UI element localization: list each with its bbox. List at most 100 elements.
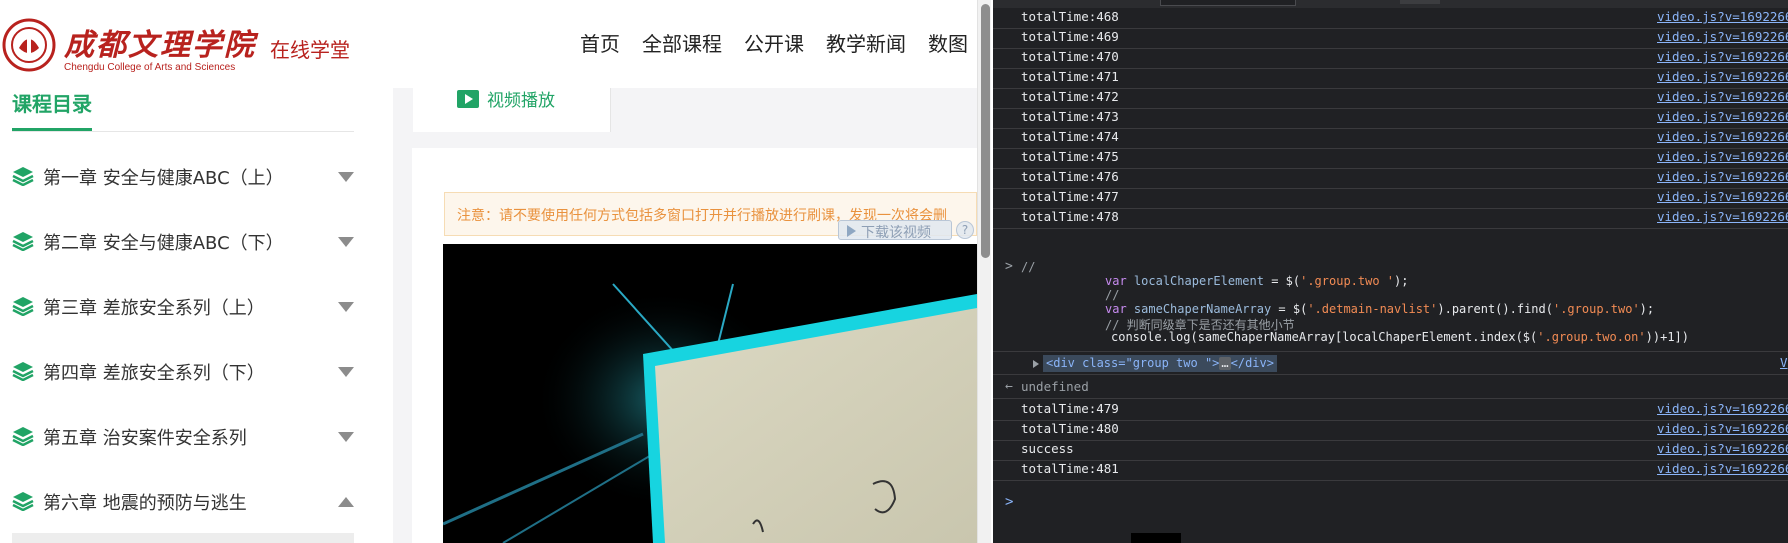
code-text: console.log(sameChaperNameArray[localCha… [1111,330,1538,344]
source-link[interactable]: video.js?v=1692266 [1657,401,1788,416]
nav-teaching-news[interactable]: 教学新闻 [826,28,906,57]
code-line-1: // [1021,260,1036,274]
string: '.detmain-navlist' [1307,302,1438,316]
site-header: 成都文理学院 Chengdu College of Arts and Scien… [0,0,980,88]
code-line-3: // [1105,288,1120,302]
layers-icon [12,297,34,316]
layers-icon [12,232,34,251]
source-link[interactable]: V [1780,355,1788,370]
download-video-button[interactable]: 下载该视频 [838,220,952,241]
scrollbar-thumb[interactable] [981,4,990,258]
video-frame [443,283,977,543]
console-log-message: totalTime:480 [1021,421,1119,436]
caret-down-icon[interactable] [338,432,354,442]
console-log-message: totalTime:473 [1021,109,1119,124]
nav-home[interactable]: 首页 [580,28,620,57]
element-open-tag: <div class="group two "> [1046,356,1220,370]
chapter-item-5[interactable]: 第五章 治安案件安全系列 [12,402,354,467]
caret-down-icon[interactable] [338,172,354,182]
tab-video-play[interactable]: 视频播放 [413,88,611,132]
college-logo[interactable]: 成都文理学院 Chengdu College of Arts and Scien… [0,14,360,84]
console-log-message: totalTime:476 [1021,169,1119,184]
console-log-row: totalTime:481 video.js?v=1692266 [993,458,1788,481]
chapter-subsection-row[interactable] [12,533,354,543]
console-log-message: totalTime:478 [1021,209,1119,224]
console-level-dropdown[interactable] [1400,0,1440,4]
result-value: undefined [1021,379,1089,394]
caret-down-icon[interactable] [338,302,354,312]
code-text: ).parent().find( [1437,302,1553,316]
caret-up-icon[interactable] [338,497,354,507]
string: '.group.two ' [1300,274,1395,288]
return-arrow-icon: ← [1005,379,1013,394]
console-log-row: totalTime:478 video.js?v=1692266 [993,206,1788,229]
source-link[interactable]: video.js?v=1692266 [1657,129,1788,144]
source-link[interactable]: video.js?v=1692266 [1657,149,1788,164]
devtools-console: totalTime:468 video.js?v=1692266 totalTime… [993,0,1788,543]
chapter-label: 第五章 治安案件安全系列 [43,428,247,449]
layers-icon [12,492,34,511]
console-log-message: totalTime:468 [1021,9,1119,24]
nav-digital-library[interactable]: 数图 [928,28,968,57]
console-input-command[interactable]: > // var localChaperElement = $('.group.… [993,257,1788,352]
tab-video-play-label: 视频播放 [487,91,555,111]
source-link[interactable]: video.js?v=1692266 [1657,89,1788,104]
chapter-label: 第四章 差旅安全系列（下） [43,363,265,384]
caret-down-icon[interactable] [338,367,354,377]
logo-subtitle: 在线学堂 [270,38,350,62]
devtools-bottom-tab[interactable] [1131,533,1181,543]
page-scrollbar[interactable] [977,0,991,543]
console-log-message: totalTime:469 [1021,29,1119,44]
source-link[interactable]: video.js?v=1692266 [1657,421,1788,436]
source-link[interactable]: video.js?v=1692266 [1657,9,1788,24]
download-video-overlay: 下载该视频 ? x [838,220,993,242]
layers-icon [12,167,34,186]
catalog-title[interactable]: 课程目录 [12,88,92,117]
chapter-item-2[interactable]: 第二章 安全与健康ABC（下） [12,207,354,272]
source-link[interactable]: video.js?v=1692266 [1657,441,1788,456]
source-link[interactable]: video.js?v=1692266 [1657,209,1788,224]
chapter-label: 第一章 安全与健康ABC（上） [43,168,284,189]
console-log-message: totalTime:474 [1021,129,1119,144]
code-text: = $( [1271,302,1308,316]
element-node-chip[interactable]: <div class="group two ">… </div> [1043,355,1277,372]
code-text: ))+1]) [1645,330,1689,344]
keyword: var [1105,274,1127,288]
keyword: var [1105,302,1127,316]
console-result-row: ← undefined [993,376,1788,399]
chapter-item-4[interactable]: 第四章 差旅安全系列（下） [12,337,354,402]
code-text: ); [1394,274,1409,288]
console-prompt-chevron-icon[interactable]: > [1005,494,1013,510]
college-seal-icon [2,18,56,72]
console-element-output[interactable]: <div class="group two ">… </div> V [993,352,1788,375]
variable: localChaperElement [1133,274,1264,288]
code-text: ); [1639,302,1655,316]
chapter-item-6[interactable]: 第六章 地震的预防与逃生 [12,467,354,532]
website-pane: 成都文理学院 Chengdu College of Arts and Scien… [0,0,993,543]
catalog-divider [12,131,354,132]
string: '.group.two.on' [1537,330,1646,344]
source-link[interactable]: video.js?v=1692266 [1657,461,1788,476]
layers-icon [12,362,34,381]
nav-open-courses[interactable]: 公开课 [744,28,804,57]
source-link[interactable]: video.js?v=1692266 [1657,189,1788,204]
top-navigation: 首页 全部课程 公开课 教学新闻 数图 [580,28,990,57]
logo-chinese-name: 成都文理学院 [64,28,256,63]
video-player[interactable] [443,244,977,543]
nav-all-courses[interactable]: 全部课程 [642,28,722,57]
ellipsis-icon[interactable]: … [1219,357,1231,370]
source-link[interactable]: video.js?v=1692266 [1657,169,1788,184]
console-log-message: totalTime:472 [1021,89,1119,104]
help-icon[interactable]: ? [956,221,974,239]
chapter-item-3[interactable]: 第三章 差旅安全系列（上） [12,272,354,337]
source-link[interactable]: video.js?v=1692266 [1657,69,1788,84]
download-video-label: 下载该视频 [861,225,931,241]
element-close-tag: </div> [1230,356,1274,370]
source-link[interactable]: video.js?v=1692266 [1657,109,1788,124]
caret-down-icon[interactable] [338,237,354,247]
expand-triangle-icon[interactable] [1033,360,1039,368]
chapter-item-1[interactable]: 第一章 安全与健康ABC（上） [12,142,354,207]
code-line-4: var sameChaperNameArray = $('.detmain-na… [1105,302,1654,316]
source-link[interactable]: video.js?v=1692266 [1657,49,1788,64]
source-link[interactable]: video.js?v=1692266 [1657,29,1788,44]
